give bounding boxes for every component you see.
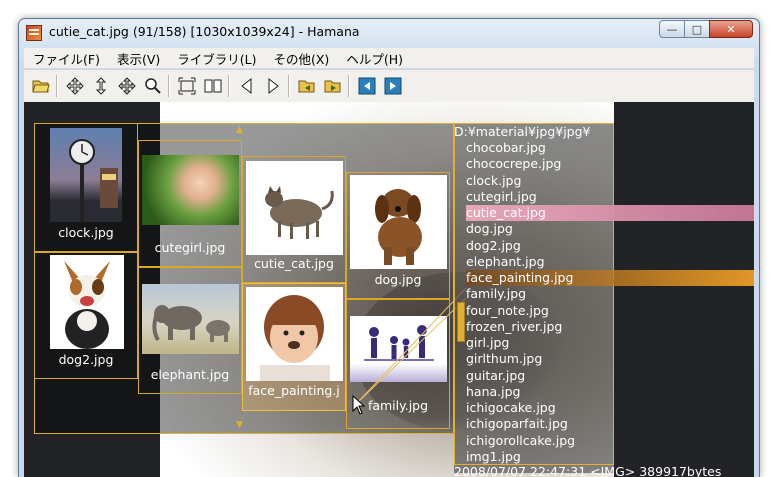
file-item-current[interactable]: cutie_cat.jpg <box>466 205 754 222</box>
thumbnail-cutegirl[interactable]: cutegirl.jpg <box>138 140 242 267</box>
open-folder-icon[interactable] <box>30 75 52 97</box>
thumbnail-image <box>246 287 343 381</box>
next-icon[interactable] <box>262 75 284 97</box>
file-item[interactable]: girl.jpg <box>466 335 754 351</box>
title-bar[interactable]: cutie_cat.jpg (91/158) [1030x1039x24] - … <box>19 19 759 47</box>
two-page-icon[interactable] <box>202 75 224 97</box>
prev-folder-icon[interactable] <box>296 75 318 97</box>
file-item[interactable]: dog.jpg <box>466 221 754 237</box>
thumbnail-label: dog.jpg <box>374 272 422 287</box>
file-item[interactable]: hana.jpg <box>466 384 754 400</box>
forward-icon[interactable] <box>382 75 404 97</box>
thumbnail-label: clock.jpg <box>58 225 114 240</box>
thumbnail-label: cutie_cat.jpg <box>254 256 334 271</box>
thumbnail-image <box>350 175 447 269</box>
thumbnail-clock[interactable]: clock.jpg <box>34 123 138 252</box>
file-item[interactable]: elephant.jpg <box>466 254 754 270</box>
file-item[interactable]: cutegirl.jpg <box>466 189 754 205</box>
mouse-cursor-icon <box>352 394 366 419</box>
file-list: chocobar.jpg chococrepe.jpg clock.jpg cu… <box>466 140 754 465</box>
thumbnail-face-painting[interactable]: face_painting.j <box>242 283 346 411</box>
thumbnail-dog[interactable]: dog.jpg <box>346 172 450 299</box>
file-item[interactable]: ichigoparfait.jpg <box>466 416 754 432</box>
thumbnail-label: face_painting.j <box>248 383 340 398</box>
move-all-icon[interactable] <box>116 75 138 97</box>
zoom-icon[interactable] <box>142 75 164 97</box>
next-folder-icon[interactable] <box>322 75 344 97</box>
file-status: 2008/07/07 22:47:31 <IMG> 389917bytes <box>454 464 722 477</box>
app-window: cutie_cat.jpg (91/158) [1030x1039x24] - … <box>18 18 760 477</box>
file-item[interactable]: ichigorollcake.jpg <box>466 433 754 449</box>
file-item-hover[interactable]: face_painting.jpg <box>466 270 754 287</box>
thumbnail-image <box>50 255 124 349</box>
file-item[interactable]: chococrepe.jpg <box>466 156 754 172</box>
file-item[interactable]: frozen_river.jpg <box>466 319 754 335</box>
move-icon[interactable] <box>64 75 86 97</box>
maximize-button[interactable]: □ <box>684 20 710 38</box>
file-item[interactable]: four_note.jpg <box>466 303 754 319</box>
thumbnail-image <box>50 128 122 222</box>
menu-other[interactable]: その他(X) <box>264 49 337 68</box>
menu-help[interactable]: ヘルプ(H) <box>337 49 411 68</box>
thumbnail-elephant[interactable]: elephant.jpg <box>138 267 242 394</box>
scroll-down-arrow-icon[interactable]: ▼ <box>236 421 243 430</box>
menu-library[interactable]: ライブラリ(L) <box>168 49 264 68</box>
file-item[interactable]: clock.jpg <box>466 173 754 189</box>
file-item[interactable]: chocobar.jpg <box>466 140 754 156</box>
file-item[interactable]: dog2.jpg <box>466 238 754 254</box>
thumbnail-image <box>142 155 239 225</box>
thumbnail-cutie-cat[interactable]: cutie_cat.jpg <box>242 156 346 283</box>
close-button[interactable]: ✕ <box>709 20 753 38</box>
thumbnail-image <box>142 284 239 354</box>
menu-bar: ファイル(F) 表示(V) ライブラリ(L) その他(X) ヘルプ(H) <box>24 48 754 68</box>
window-title: cutie_cat.jpg (91/158) [1030x1039x24] - … <box>49 24 360 39</box>
menu-file[interactable]: ファイル(F) <box>24 49 108 68</box>
fit-screen-icon[interactable] <box>176 75 198 97</box>
file-item[interactable]: ichigocake.jpg <box>466 400 754 416</box>
thumbnail-image <box>350 316 447 382</box>
toolbar <box>24 69 754 102</box>
file-item[interactable]: family.jpg <box>466 286 754 302</box>
thumbnail-label: elephant.jpg <box>150 367 230 382</box>
app-icon[interactable] <box>26 25 42 41</box>
menu-view[interactable]: 表示(V) <box>108 49 168 68</box>
folder-path: D:¥material¥jpg¥jpg¥ <box>454 124 591 139</box>
minimize-button[interactable]: — <box>659 20 685 38</box>
back-icon[interactable] <box>356 75 378 97</box>
move-vertical-icon[interactable] <box>90 75 112 97</box>
scroll-up-arrow-icon[interactable]: ▲ <box>236 126 243 135</box>
file-list-scrollbar[interactable] <box>457 302 465 342</box>
file-item[interactable]: girlthum.jpg <box>466 351 754 367</box>
thumbnail-image <box>246 161 343 255</box>
file-item[interactable]: guitar.jpg <box>466 368 754 384</box>
image-viewer[interactable]: ▲ ▼ clock.jpg cutegirl.jpg cutie_cat.jpg… <box>24 102 754 477</box>
file-item[interactable]: img1.jpg <box>466 449 754 465</box>
thumbnail-label: cutegirl.jpg <box>154 240 226 255</box>
thumbnail-dog2[interactable]: dog2.jpg <box>34 252 138 379</box>
prev-icon[interactable] <box>236 75 258 97</box>
thumbnail-label: dog2.jpg <box>58 352 114 367</box>
